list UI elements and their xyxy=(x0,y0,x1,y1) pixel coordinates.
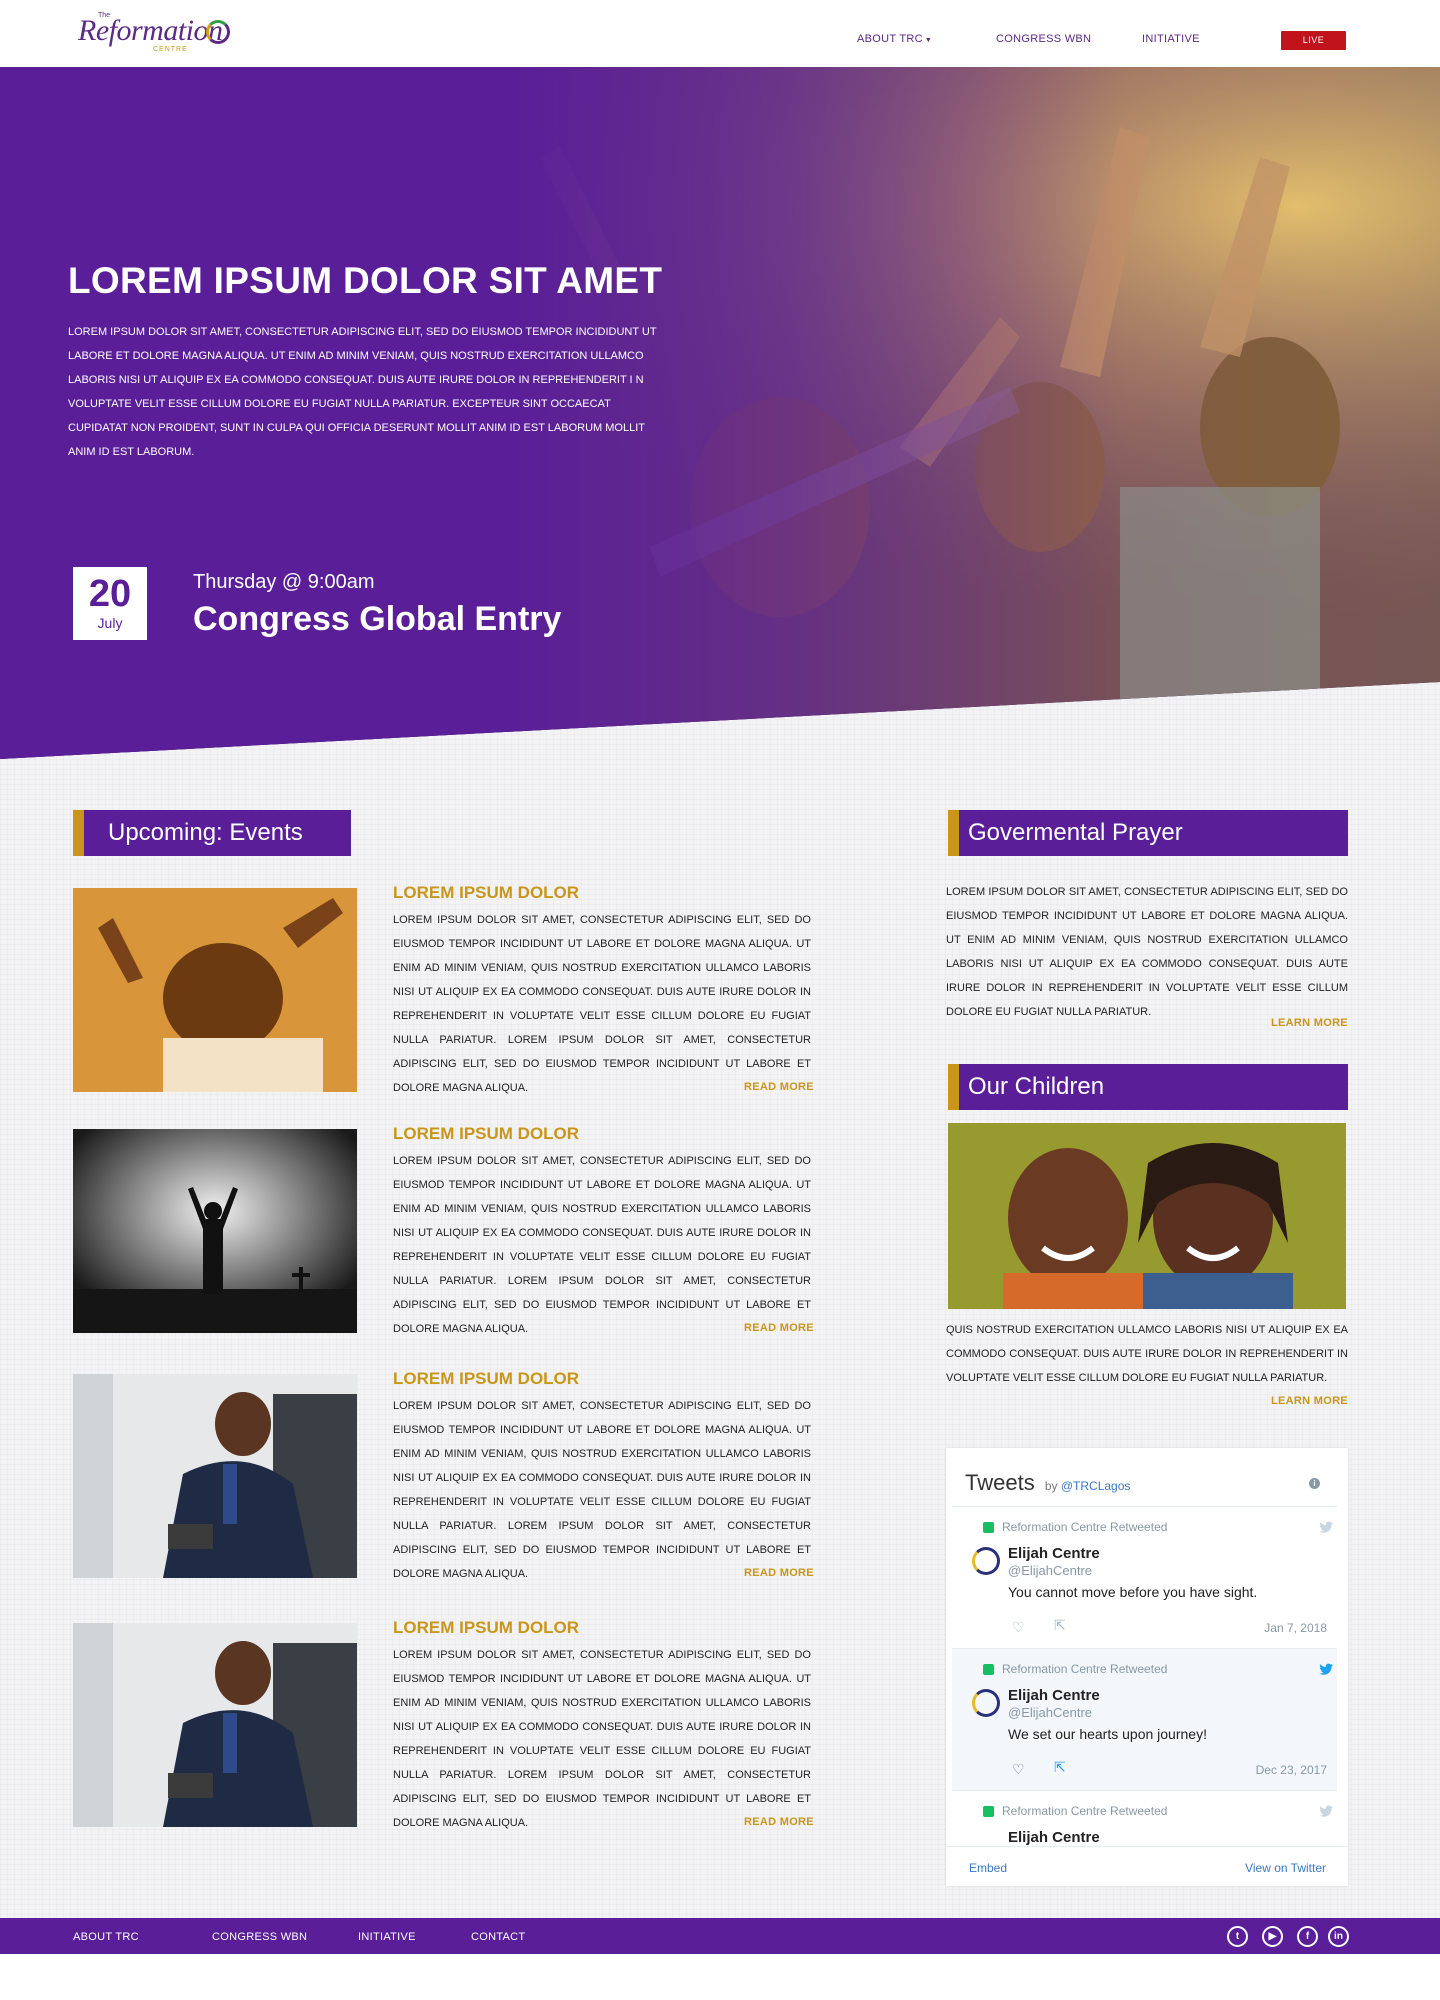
facebook-icon[interactable]: f xyxy=(1297,1926,1318,1947)
tweet-author-handle[interactable]: @ElijahCentre xyxy=(1008,1563,1092,1578)
tweet-text: You cannot move before you have sight. xyxy=(1008,1584,1258,1600)
chevron-down-icon: ▼ xyxy=(924,37,933,44)
footer-link-about-trc[interactable]: ABOUT TRC xyxy=(73,1931,139,1943)
tweet-item[interactable]: Reformation Centre Retweeted Elijah Cent… xyxy=(952,1648,1337,1790)
site-logo[interactable]: The Reformation CENTRE xyxy=(78,10,248,54)
read-more-link[interactable]: READ MORE xyxy=(744,1567,814,1579)
share-icon[interactable]: ⇱ xyxy=(1054,1617,1066,1634)
logo-ring-icon xyxy=(206,20,230,44)
businessman-photo xyxy=(73,1623,357,1827)
event-body: LOREM IPSUM DOLOR SIT AMET, CONSECTETUR … xyxy=(393,1649,811,1829)
info-icon[interactable]: i xyxy=(1309,1478,1320,1489)
tweets-title: Tweets xyxy=(965,1470,1035,1495)
read-more-link[interactable]: READ MORE xyxy=(744,1816,814,1828)
tweet-date[interactable]: Dec 23, 2017 xyxy=(1256,1763,1327,1777)
children-body: QUIS NOSTRUD EXERCITATION ULLAMCO LABORI… xyxy=(946,1324,1348,1384)
tweet-author-name[interactable]: Elijah Centre xyxy=(1008,1545,1100,1562)
hero-title: LOREM IPSUM DOLOR SIT AMET xyxy=(68,260,663,301)
tweets-handle-link[interactable]: @TRCLagos xyxy=(1061,1479,1131,1493)
nav-congress-wbn[interactable]: CONGRESS WBN xyxy=(996,33,1091,45)
event-title[interactable]: LOREM IPSUM DOLOR xyxy=(393,883,579,903)
avatar[interactable] xyxy=(972,1547,1000,1575)
event-body: LOREM IPSUM DOLOR SIT AMET, CONSECTETUR … xyxy=(393,1155,811,1335)
learn-more-link[interactable]: LEARN MORE xyxy=(1271,1395,1348,1407)
twitter-timeline-widget: Tweets by @TRCLagos i Reformation Centre… xyxy=(946,1448,1348,1886)
share-icon[interactable]: ⇱ xyxy=(1054,1759,1066,1776)
tweet-text: We set our hearts upon journey! xyxy=(1008,1726,1207,1742)
tweets-by-label: by xyxy=(1044,1479,1058,1493)
page-bottom xyxy=(0,1954,1440,2000)
tweets-by: by @TRCLagos xyxy=(1045,1479,1131,1493)
governmental-prayer-heading: Govermental Prayer xyxy=(948,810,1348,856)
event-day: 20 xyxy=(88,573,132,615)
event-title[interactable]: LOREM IPSUM DOLOR xyxy=(393,1618,579,1638)
youtube-icon[interactable]: ▶ xyxy=(1262,1926,1283,1947)
event-title[interactable]: LOREM IPSUM DOLOR xyxy=(393,1369,579,1389)
event-image-businessman[interactable] xyxy=(73,1623,357,1827)
event-body: LOREM IPSUM DOLOR SIT AMET, CONSECTETUR … xyxy=(393,1400,811,1580)
view-on-twitter-link[interactable]: View on Twitter xyxy=(1245,1861,1326,1875)
twitter-bird-icon[interactable] xyxy=(1318,1661,1334,1677)
retweet-label: Reformation Centre Retweeted xyxy=(1002,1520,1168,1534)
event-image-worshipper[interactable] xyxy=(73,888,357,1092)
retweet-icon xyxy=(983,1664,994,1675)
hero-banner: LOREM IPSUM DOLOR SIT AMET LOREM IPSUM D… xyxy=(0,67,1440,759)
read-more-link[interactable]: READ MORE xyxy=(744,1322,814,1334)
upcoming-events-heading: Upcoming: Events xyxy=(73,810,351,856)
children-photo xyxy=(948,1123,1346,1309)
event-month: July xyxy=(97,615,123,631)
silhouette-photo xyxy=(73,1129,357,1333)
twitter-bird-icon[interactable] xyxy=(1318,1803,1334,1819)
tweet-author-name[interactable]: Elijah Centre xyxy=(1008,1687,1100,1704)
tweet-date[interactable]: Jan 7, 2018 xyxy=(1264,1621,1327,1635)
logo-sub: CENTRE xyxy=(153,46,188,53)
heart-icon[interactable]: ♡ xyxy=(1012,1619,1025,1636)
footer-link-congress-wbn[interactable]: CONGRESS WBN xyxy=(212,1931,307,1943)
tweet-author-name[interactable]: Elijah Centre xyxy=(1008,1829,1100,1846)
nav-about-label: ABOUT TRC xyxy=(857,33,923,45)
footer-link-contact[interactable]: CONTACT xyxy=(471,1931,525,1943)
avatar[interactable] xyxy=(972,1689,1000,1717)
event-name[interactable]: Congress Global Entry xyxy=(193,600,561,639)
embed-link[interactable]: Embed xyxy=(969,1861,1007,1875)
live-button[interactable]: LIVE xyxy=(1281,31,1346,50)
retweet-icon xyxy=(983,1806,994,1817)
tweet-author-handle[interactable]: @ElijahCentre xyxy=(1008,1705,1092,1720)
prayer-body: LOREM IPSUM DOLOR SIT AMET, CONSECTETUR … xyxy=(946,886,1348,1018)
event-body: LOREM IPSUM DOLOR SIT AMET, CONSECTETUR … xyxy=(393,914,811,1094)
twitter-bird-icon[interactable] xyxy=(1318,1519,1334,1535)
businessman-photo xyxy=(73,1374,357,1578)
read-more-link[interactable]: READ MORE xyxy=(744,1081,814,1093)
event-time: Thursday @ 9:00am xyxy=(193,571,375,593)
event-image-silhouette[interactable] xyxy=(73,1129,357,1333)
hero-body: LOREM IPSUM DOLOR SIT AMET, CONSECTETUR … xyxy=(68,326,657,458)
tweets-footer: Embed View on Twitter xyxy=(946,1846,1348,1886)
tweets-header: Tweets by @TRCLagos xyxy=(965,1470,1130,1496)
nav-initiative[interactable]: INITIATIVE xyxy=(1142,33,1200,45)
heart-icon[interactable]: ♡ xyxy=(1012,1761,1025,1778)
twitter-icon[interactable]: t xyxy=(1227,1926,1248,1947)
learn-more-link[interactable]: LEARN MORE xyxy=(1271,1017,1348,1029)
event-title[interactable]: LOREM IPSUM DOLOR xyxy=(393,1124,579,1144)
our-children-heading: Our Children xyxy=(948,1064,1348,1110)
footer-link-initiative[interactable]: INITIATIVE xyxy=(358,1931,416,1943)
site-footer: ABOUT TRC CONGRESS WBN INITIATIVE CONTAC… xyxy=(0,1918,1440,1954)
nav-about-trc[interactable]: ABOUT TRC ▼ xyxy=(857,33,932,45)
site-header: The Reformation CENTRE ABOUT TRC ▼ CONGRE… xyxy=(0,0,1440,67)
event-image-businessman[interactable] xyxy=(73,1374,357,1578)
retweet-label: Reformation Centre Retweeted xyxy=(1002,1662,1168,1676)
linkedin-icon[interactable]: in xyxy=(1328,1926,1349,1947)
event-date-box: 20 July xyxy=(73,567,147,640)
logo-name: Reformation xyxy=(78,14,223,47)
retweet-label: Reformation Centre Retweeted xyxy=(1002,1804,1168,1818)
retweet-icon xyxy=(983,1522,994,1533)
children-image xyxy=(948,1123,1346,1309)
worshipper-photo xyxy=(73,888,357,1092)
tweet-item[interactable]: Reformation Centre Retweeted Elijah Cent… xyxy=(952,1506,1337,1648)
